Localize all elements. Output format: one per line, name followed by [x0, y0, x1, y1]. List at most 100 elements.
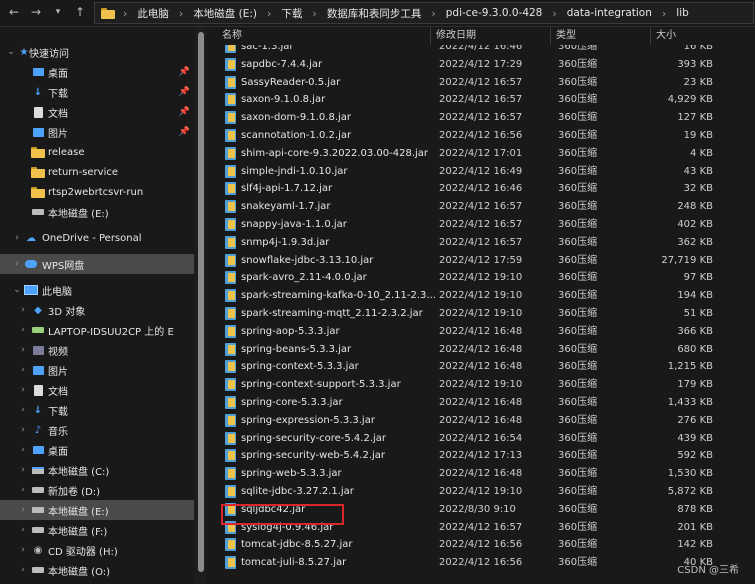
file-row[interactable]: spring-context-5.3.3.jar 2022/4/12 16:48 3… — [217, 358, 755, 376]
nav-documents[interactable]: 文档 📌 — [0, 102, 194, 122]
file-row[interactable]: spring-security-web-5.4.2.jar 2022/4/12 1… — [217, 447, 755, 465]
up-arrow-icon[interactable]: ↑ — [72, 4, 88, 20]
chevron-right-icon[interactable]: › — [18, 405, 28, 415]
crumb-downloads[interactable]: 下载 — [281, 6, 302, 21]
chevron-right-icon[interactable]: › — [18, 305, 28, 315]
nav-3d-objects[interactable]: › ◆ 3D 对象 — [0, 300, 194, 320]
recent-dropdown-icon[interactable]: ▾ — [50, 4, 66, 20]
file-type: 360压缩 — [558, 290, 598, 302]
crumb-this-pc[interactable]: 此电脑 — [137, 6, 169, 21]
crumb-data-integration[interactable]: data-integration — [567, 7, 652, 19]
chevron-right-icon[interactable]: › — [18, 325, 28, 335]
file-row[interactable]: simple-jndi-1.0.10.jar 2022/4/12 16:49 360… — [217, 163, 755, 181]
nav-downloads[interactable]: ↓ 下载 📌 — [0, 82, 194, 102]
nav-laptop-share[interactable]: › LAPTOP-IDSUU2CP 上的 E — [0, 320, 194, 340]
file-row[interactable]: spring-expression-5.3.3.jar 2022/4/12 16:… — [217, 412, 755, 430]
chevron-right-icon[interactable]: › — [18, 385, 28, 395]
file-row[interactable]: spring-web-5.3.3.jar 2022/4/12 16:48 360压缩… — [217, 465, 755, 483]
crumb-drive-e[interactable]: 本地磁盘 (E:) — [193, 6, 257, 21]
file-type: 360压缩 — [558, 450, 598, 462]
file-row[interactable]: saxon-9.1.0.8.jar 2022/4/12 16:57 360压缩 4,9… — [217, 91, 755, 109]
column-size[interactable]: 大小 — [651, 27, 721, 45]
chevron-right-icon[interactable]: › — [18, 345, 28, 355]
file-row[interactable]: slf4j-api-1.7.12.jar 2022/4/12 16:46 360压缩… — [217, 180, 755, 198]
file-row[interactable]: spring-security-core-5.4.2.jar 2022/4/12 … — [217, 430, 755, 448]
file-row[interactable]: spark-streaming-mqtt_2.11-2.3.2.jar 2022/… — [217, 305, 755, 323]
navigation-pane: ⌄ ★ 快速访问 桌面 📌 ↓ 下载 📌 文档 📌 图片 📌 release r… — [0, 27, 194, 584]
file-row[interactable]: spark-avro_2.11-4.0.0.jar 2022/4/12 19:10… — [217, 269, 755, 287]
chevron-right-icon[interactable]: › — [18, 425, 28, 435]
nav-quick-access[interactable]: ⌄ ★ 快速访问 — [0, 42, 194, 62]
nav-videos[interactable]: › 视频 — [0, 340, 194, 360]
nav-rtsp2webrtcsvr[interactable]: rtsp2webrtcsvr-run — [0, 182, 194, 202]
nav-label: 文档 — [48, 108, 68, 120]
file-row[interactable]: spring-beans-5.3.3.jar 2022/4/12 16:48 360… — [217, 341, 755, 359]
nav-music[interactable]: › ♪ 音乐 — [0, 420, 194, 440]
nav-drive-d[interactable]: › 新加卷 (D:) — [0, 480, 194, 500]
nav-drive-o[interactable]: › 本地磁盘 (O:) — [0, 560, 194, 580]
file-row[interactable]: snakeyaml-1.7.jar 2022/4/12 16:57 360压缩 248… — [217, 198, 755, 216]
file-row[interactable]: tomcat-juli-8.5.27.jar 2022/4/12 16:56 360… — [217, 554, 755, 572]
nav-release[interactable]: release — [0, 142, 194, 162]
nav-drive-f[interactable]: › 本地磁盘 (F:) — [0, 520, 194, 540]
nav-this-pc[interactable]: ⌄ 此电脑 — [0, 280, 194, 300]
column-type[interactable]: 类型 — [551, 27, 651, 45]
nav-label: 文档 — [48, 386, 68, 398]
nav-return-service[interactable]: return-service — [0, 162, 194, 182]
sidebar-scroll-thumb[interactable] — [198, 32, 204, 572]
file-date: 2022/4/12 17:59 — [439, 254, 523, 266]
chevron-right-icon[interactable]: › — [18, 505, 28, 515]
file-row[interactable]: SassyReader-0.5.jar 2022/4/12 16:57 360压缩 2… — [217, 74, 755, 92]
chevron-right-icon[interactable]: › — [18, 365, 28, 375]
chevron-right-icon[interactable]: › — [18, 465, 28, 475]
file-size: 43 KB — [683, 165, 713, 177]
column-date[interactable]: 修改日期 — [431, 27, 551, 45]
chevron-right-icon[interactable]: › — [12, 259, 22, 269]
forward-arrow-icon[interactable]: → — [28, 4, 44, 20]
nav-drive-c[interactable]: › 本地磁盘 (C:) — [0, 460, 194, 480]
chevron-right-icon[interactable]: › — [12, 233, 22, 243]
file-row[interactable]: spring-core-5.3.3.jar 2022/4/12 16:48 360压… — [217, 394, 755, 412]
file-row[interactable]: shim-api-core-9.3.2022.03.00-428.jar 2022… — [217, 145, 755, 163]
file-row[interactable]: snappy-java-1.1.0.jar 2022/4/12 16:57 360压… — [217, 216, 755, 234]
file-row[interactable]: tomcat-jdbc-8.5.27.jar 2022/4/12 16:56 360… — [217, 536, 755, 554]
file-row[interactable]: snmp4j-1.9.3d.jar 2022/4/12 16:57 360压缩 362… — [217, 234, 755, 252]
crumb-pdi[interactable]: pdi-ce-9.3.0.0-428 — [446, 7, 543, 19]
file-row[interactable]: sqlite-jdbc-3.27.2.1.jar 2022/4/12 19:10 3… — [217, 483, 755, 501]
file-row[interactable]: spring-aop-5.3.3.jar 2022/4/12 16:48 360压缩… — [217, 323, 755, 341]
crumb-sync-tools[interactable]: 数据库和表同步工具 — [327, 6, 422, 21]
nav-drive-e[interactable]: › 本地磁盘 (E:) — [0, 500, 194, 520]
nav-pictures-pc[interactable]: › 图片 — [0, 360, 194, 380]
nav-cd-drive-h[interactable]: › ◉ CD 驱动器 (H:) — [0, 540, 194, 560]
file-row[interactable]: sapdbc-7.4.4.jar 2022/4/12 17:29 360压缩 393 … — [217, 56, 755, 74]
file-row[interactable]: scannotation-1.0.2.jar 2022/4/12 16:56 360… — [217, 127, 755, 145]
nav-downloads-pc[interactable]: › ↓ 下载 — [0, 400, 194, 420]
file-row[interactable]: snowflake-jdbc-3.13.10.jar 2022/4/12 17:5… — [217, 252, 755, 270]
nav-desktop[interactable]: 桌面 📌 — [0, 62, 194, 82]
chevron-down-icon[interactable]: ⌄ — [6, 47, 16, 57]
nav-pictures[interactable]: 图片 📌 — [0, 122, 194, 142]
jar-archive-icon — [224, 182, 237, 196]
file-name: slf4j-api-1.7.12.jar — [241, 183, 333, 195]
chevron-right-icon[interactable]: › — [18, 545, 28, 555]
nav-wps-drive[interactable]: › WPS网盘 — [0, 254, 194, 274]
pin-icon: 📌 — [178, 127, 190, 137]
file-row[interactable]: spark-streaming-kafka-0-10_2.11-2.3... 20… — [217, 287, 755, 305]
nav-documents-pc[interactable]: › 文档 — [0, 380, 194, 400]
file-row[interactable]: saxon-dom-9.1.0.8.jar 2022/4/12 16:57 360压… — [217, 109, 755, 127]
nav-onedrive[interactable]: › ☁ OneDrive - Personal — [0, 228, 194, 248]
file-row[interactable]: spring-context-support-5.3.3.jar 2022/4/1… — [217, 376, 755, 394]
nav-drive-e-quick[interactable]: 本地磁盘 (E:) — [0, 202, 194, 222]
nav-desktop-pc[interactable]: › 桌面 — [0, 440, 194, 460]
nav-label: 桌面 — [48, 68, 68, 80]
chevron-right-icon[interactable]: › — [18, 525, 28, 535]
column-name[interactable]: 名称 — [217, 27, 431, 45]
crumb-lib[interactable]: lib — [676, 7, 689, 19]
chevron-right-icon[interactable]: › — [18, 565, 28, 575]
chevron-right-icon[interactable]: › — [18, 485, 28, 495]
breadcrumb[interactable]: › 此电脑 › 本地磁盘 (E:) › 下载 › 数据库和表同步工具 › pdi… — [94, 2, 754, 24]
back-arrow-icon[interactable]: ← — [6, 4, 22, 20]
chevron-down-icon[interactable]: ⌄ — [12, 285, 22, 295]
chevron-right-icon[interactable]: › — [18, 445, 28, 455]
address-bar: ← → ▾ ↑ › 此电脑 › 本地磁盘 (E:) › 下载 › 数据库和表同步… — [0, 0, 755, 27]
